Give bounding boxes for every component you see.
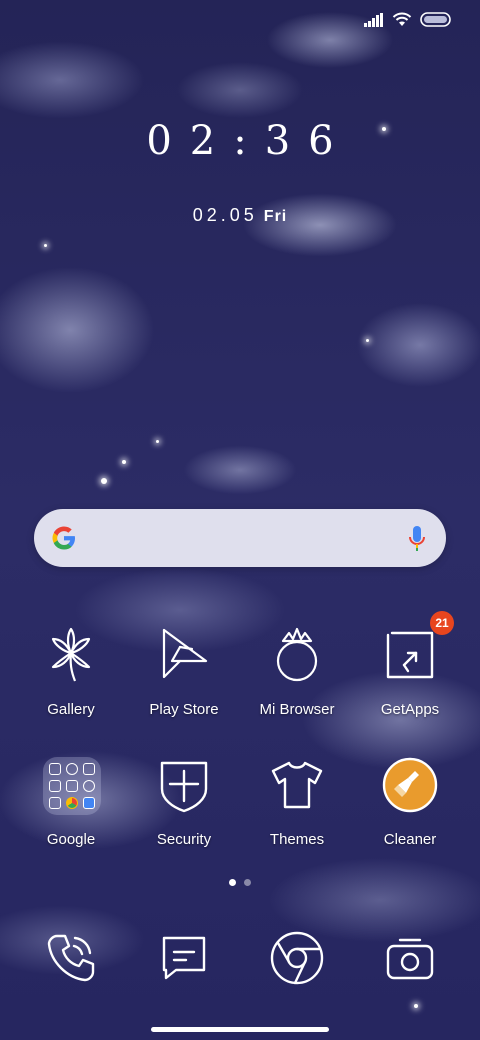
dock-phone[interactable]	[16, 930, 126, 986]
app-cleaner[interactable]: Cleaner	[355, 757, 465, 848]
dock-messages[interactable]	[129, 930, 239, 986]
app-label: GetApps	[380, 701, 440, 718]
clock-time[interactable]: 02:36	[0, 118, 480, 164]
star	[101, 478, 107, 484]
google-g-icon	[52, 526, 75, 550]
folder-icon	[43, 757, 101, 815]
clock-date[interactable]: 02.05 Fri	[0, 205, 480, 226]
camera-icon	[382, 930, 438, 986]
home-indicator[interactable]	[151, 1027, 329, 1032]
app-label: Play Store	[149, 701, 219, 718]
app-security[interactable]: Security	[129, 757, 239, 848]
tshirt-icon	[269, 757, 325, 813]
chrome-icon	[269, 930, 325, 986]
star	[44, 244, 47, 247]
app-themes[interactable]: Themes	[242, 757, 352, 848]
app-google-folder[interactable]: Google	[16, 757, 126, 848]
dock-chrome[interactable]	[242, 930, 352, 986]
day-text: Fri	[263, 208, 288, 225]
page-indicator[interactable]	[0, 879, 480, 886]
page-dot-active[interactable]	[229, 879, 236, 886]
crown-ring-icon	[269, 627, 325, 683]
google-search-bar[interactable]	[34, 509, 446, 567]
star	[156, 440, 159, 443]
app-play-store[interactable]: Play Store	[129, 627, 239, 718]
battery-icon	[420, 12, 451, 27]
app-label: Mi Browser	[259, 701, 335, 718]
dock-camera[interactable]	[355, 930, 465, 986]
phone-icon	[43, 930, 99, 986]
app-label: Gallery	[47, 701, 95, 718]
shield-icon	[156, 757, 212, 813]
page-dot[interactable]	[244, 879, 251, 886]
wifi-icon	[392, 12, 412, 26]
star	[366, 339, 369, 342]
app-label: Security	[156, 831, 212, 848]
broom-icon	[382, 757, 438, 813]
messages-icon	[156, 930, 212, 986]
microphone-icon[interactable]	[408, 524, 426, 554]
notification-badge: 21	[430, 611, 454, 635]
star	[122, 460, 126, 464]
app-gallery[interactable]: Gallery	[16, 627, 126, 718]
app-label: Themes	[269, 831, 325, 848]
play-store-icon	[156, 627, 212, 683]
app-mi-browser[interactable]: Mi Browser	[242, 627, 352, 718]
status-bar	[364, 12, 452, 27]
app-label: Cleaner	[383, 831, 437, 848]
star	[414, 1004, 418, 1008]
signal-icon	[364, 12, 383, 27]
flower-icon	[43, 627, 99, 683]
getapps-icon: 21	[382, 611, 454, 683]
app-label: Google	[46, 831, 96, 848]
date-text: 02.05	[192, 205, 258, 225]
app-getapps[interactable]: 21 GetApps	[355, 611, 465, 718]
